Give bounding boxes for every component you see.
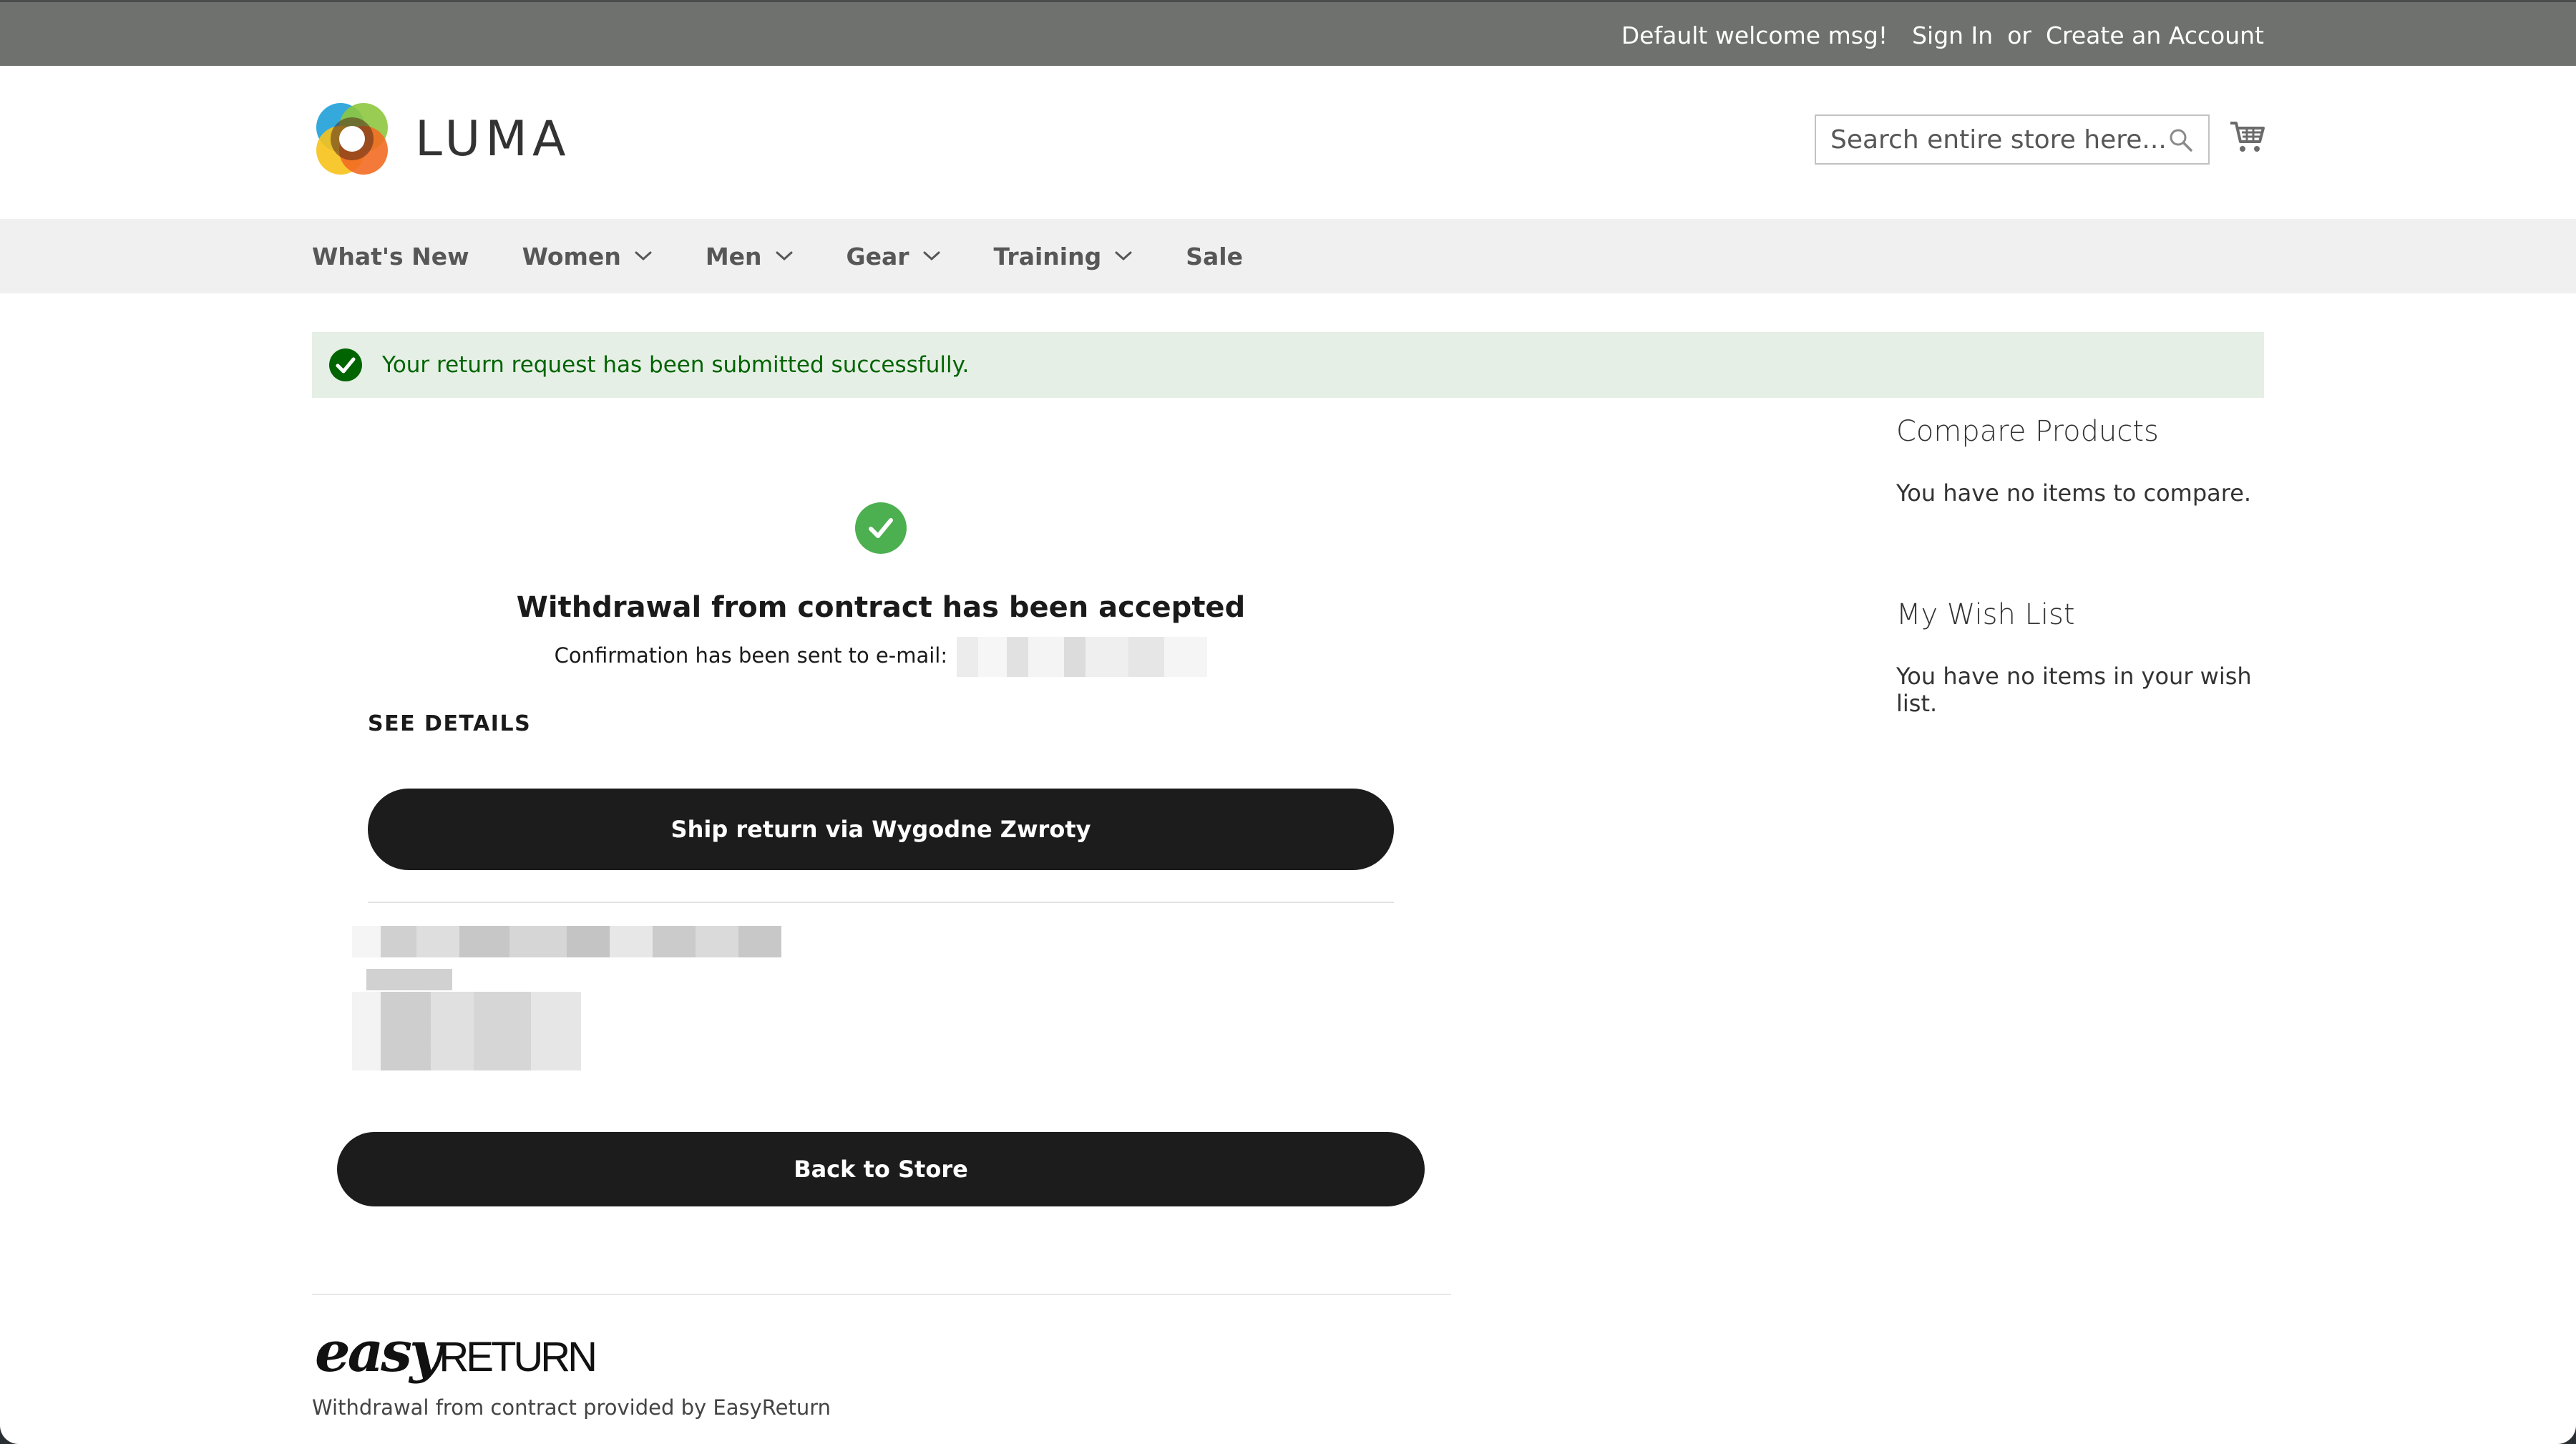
ship-return-button[interactable]: Ship return via Wygodne Zwroty bbox=[368, 789, 1394, 870]
nav-item-label: Women bbox=[522, 242, 621, 270]
sidebar: Compare Products You have no items to co… bbox=[1896, 415, 2283, 717]
success-check-icon bbox=[329, 348, 362, 381]
nav-item-label: Sale bbox=[1186, 242, 1243, 270]
nav-item-men[interactable]: Men bbox=[706, 243, 794, 270]
compare-products-title: Compare Products bbox=[1896, 415, 2159, 448]
search-box bbox=[1815, 114, 2210, 165]
page-title: Withdrawal from contract has been accept… bbox=[516, 591, 1246, 624]
top-bar: Default welcome msg! Sign In or Create a… bbox=[0, 0, 2576, 66]
chevron-down-icon bbox=[635, 251, 652, 261]
chevron-down-icon bbox=[923, 251, 940, 261]
success-message-text: Your return request has been submitted s… bbox=[382, 352, 970, 378]
provided-by-text: Withdrawal from contract provided by Eas… bbox=[312, 1395, 831, 1420]
see-details-link[interactable]: SEE DETAILS bbox=[368, 711, 531, 736]
easyreturn-logo-return: RETURN bbox=[439, 1334, 597, 1380]
chevron-down-icon bbox=[776, 251, 793, 261]
wishlist-empty: You have no items in your wish list. bbox=[1896, 663, 2252, 717]
compare-products-block: Compare Products You have no items to co… bbox=[1896, 415, 2283, 507]
create-account-link[interactable]: Create an Account bbox=[2046, 21, 2264, 49]
nav-item-women[interactable]: Women bbox=[522, 243, 653, 270]
divider bbox=[368, 902, 1394, 903]
nav-menu: What's New Women Men Gear Training Sale bbox=[312, 219, 1296, 293]
accepted-check-icon bbox=[855, 502, 907, 554]
main-navigation: What's New Women Men Gear Training Sale bbox=[0, 219, 2576, 293]
top-links: Default welcome msg! Sign In or Create a… bbox=[1621, 2, 2264, 68]
header: LUMA bbox=[0, 66, 2576, 219]
chevron-down-icon bbox=[1115, 251, 1132, 261]
nav-item-training[interactable]: Training bbox=[994, 243, 1133, 270]
back-to-store-button[interactable]: Back to Store bbox=[337, 1132, 1425, 1206]
welcome-message: Default welcome msg! bbox=[1621, 21, 1888, 49]
search-icon[interactable] bbox=[2168, 127, 2194, 156]
nav-item-label: What's New bbox=[312, 242, 469, 270]
nav-item-what-s-new[interactable]: What's New bbox=[312, 243, 469, 270]
success-message: Your return request has been submitted s… bbox=[312, 332, 2264, 398]
store-logo[interactable]: LUMA bbox=[312, 99, 570, 179]
easyreturn-logo-easy: easy bbox=[315, 1319, 441, 1385]
confirmation-line: Confirmation has been sent to e-mail: bbox=[312, 637, 1450, 677]
luma-logo-icon bbox=[316, 103, 388, 175]
logo-text: LUMA bbox=[415, 110, 571, 167]
cart-icon[interactable] bbox=[2228, 117, 2267, 159]
nav-item-label: Gear bbox=[846, 242, 909, 270]
confirmation-label: Confirmation has been sent to e-mail: bbox=[554, 643, 948, 668]
redacted-address-line bbox=[352, 926, 781, 957]
easyreturn-logo: easyRETURN bbox=[315, 1319, 597, 1385]
wishlist-block: My Wish List You have no items in your w… bbox=[1896, 598, 2283, 717]
nav-item-label: Training bbox=[993, 242, 1102, 270]
nav-item-gear[interactable]: Gear bbox=[847, 243, 941, 270]
redacted-address-block bbox=[352, 992, 581, 1070]
nav-item-sale[interactable]: Sale bbox=[1186, 243, 1243, 270]
sign-in-link[interactable]: Sign In bbox=[1912, 21, 1993, 49]
nav-item-label: Men bbox=[705, 242, 762, 270]
compare-products-empty: You have no items to compare. bbox=[1896, 479, 2252, 507]
redacted-address-line bbox=[366, 969, 452, 990]
footer-divider bbox=[312, 1294, 1451, 1295]
page: Default welcome msg! Sign In or Create a… bbox=[0, 0, 2576, 1444]
search-input[interactable] bbox=[1830, 125, 2167, 155]
or-separator: or bbox=[2007, 21, 2031, 49]
redacted-email bbox=[957, 637, 1208, 677]
wishlist-title: My Wish List bbox=[1896, 598, 2075, 631]
